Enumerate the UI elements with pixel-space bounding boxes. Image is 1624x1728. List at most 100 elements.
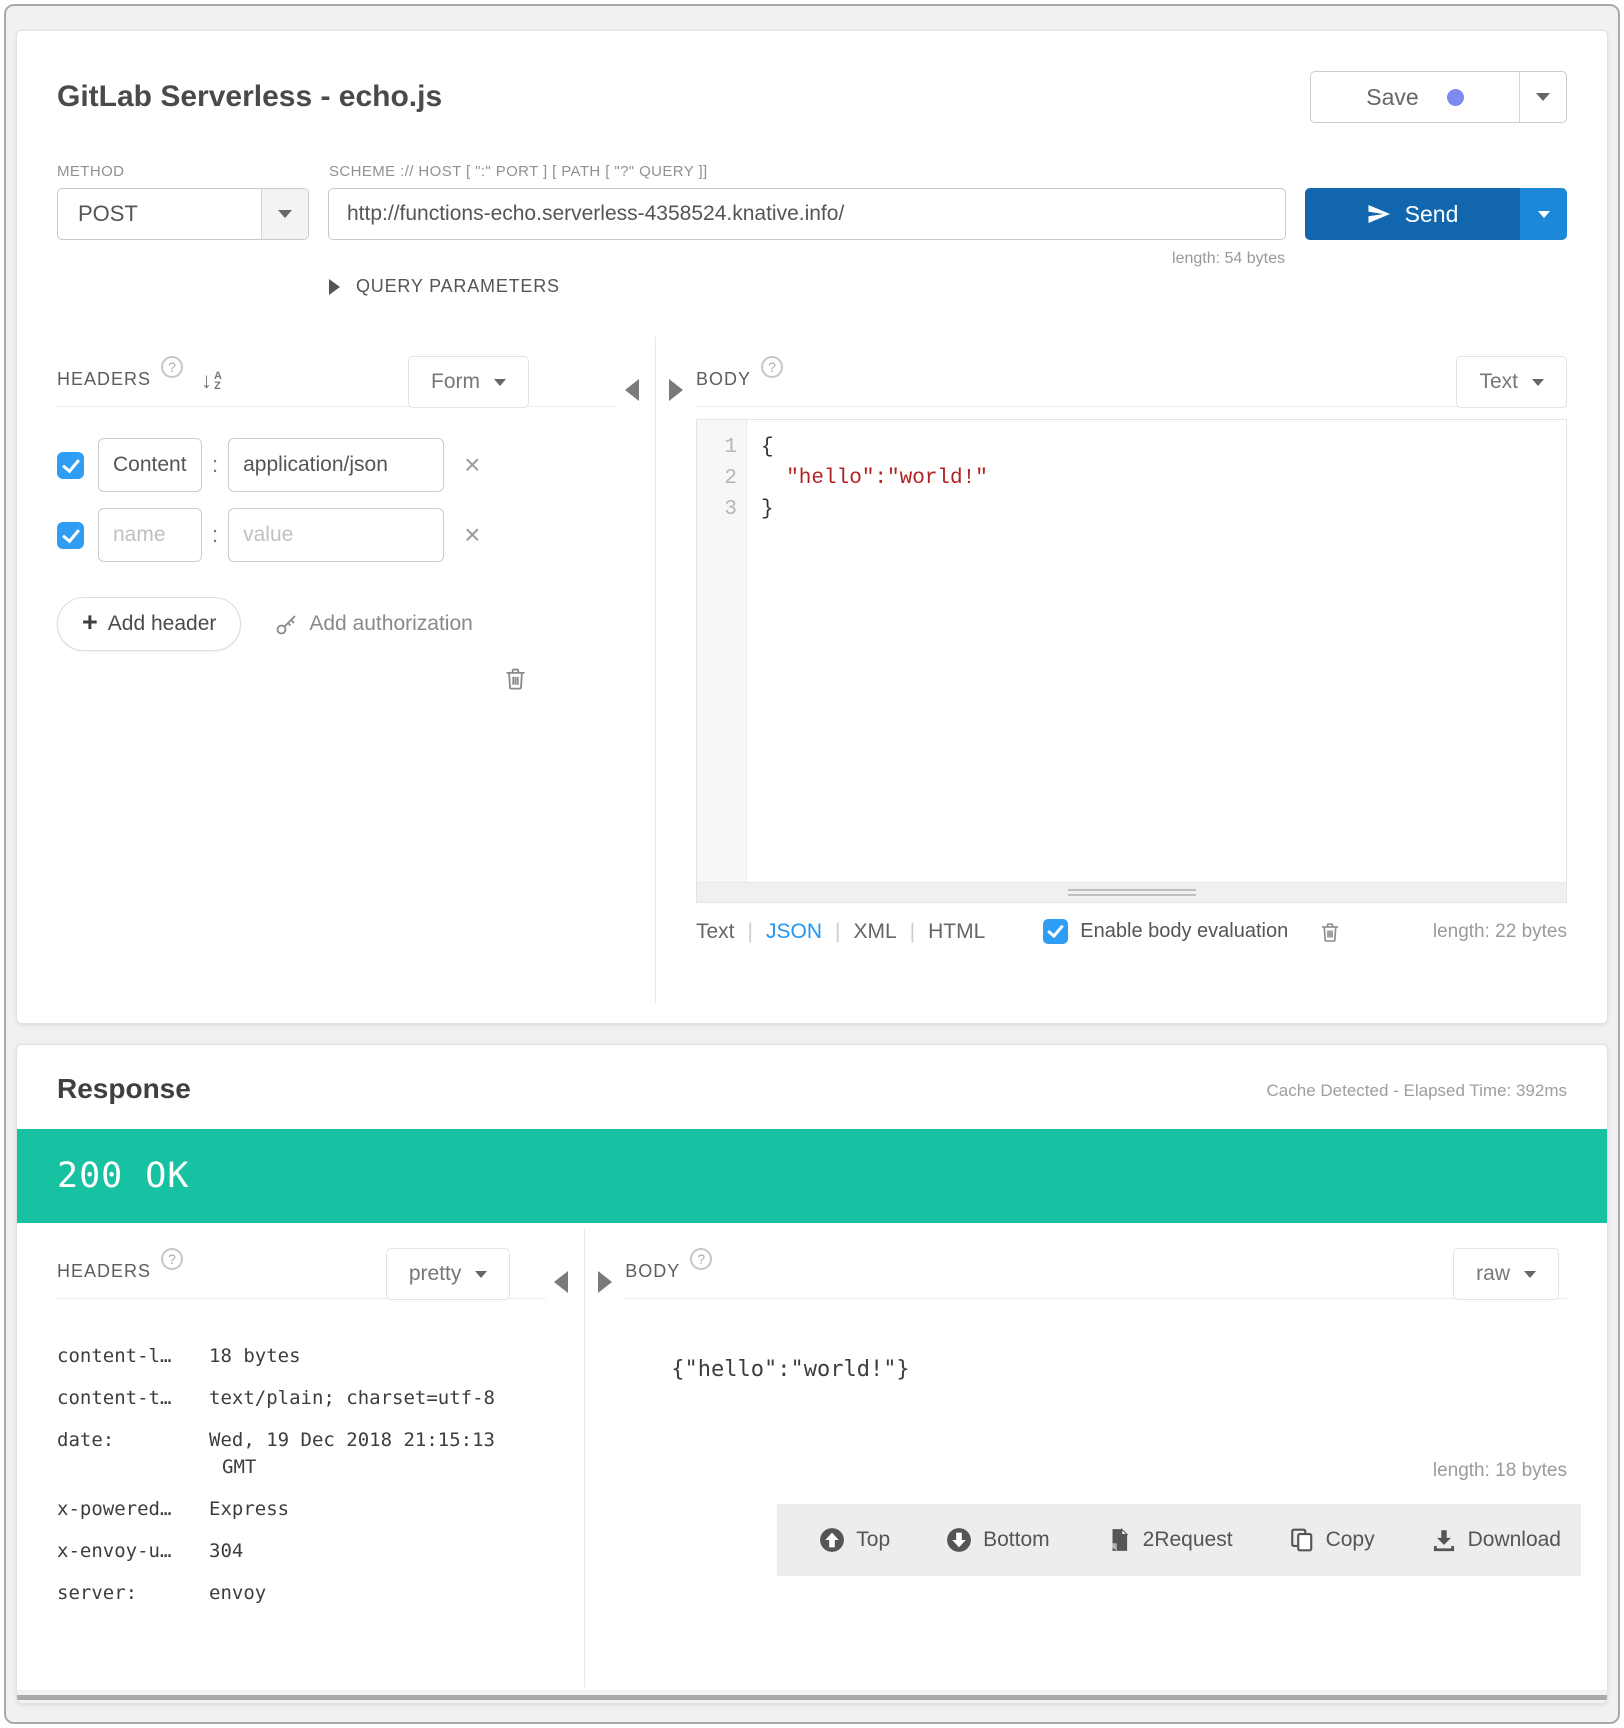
header-row: :×: [57, 507, 617, 563]
chevron-down-icon: [494, 379, 506, 386]
format-link-html[interactable]: HTML: [928, 920, 985, 944]
save-split-button: Save: [1310, 71, 1567, 123]
add-header-button[interactable]: + Add header: [57, 597, 241, 651]
scrollbar-thumb[interactable]: [17, 1695, 1607, 1700]
send-dropdown-button[interactable]: [1520, 188, 1567, 240]
format-link-text[interactable]: Text: [696, 920, 735, 944]
request-card: GitLab Serverless - echo.js Save METHOD …: [16, 30, 1608, 1024]
chevron-down-icon: [278, 210, 292, 218]
format-separator: |: [835, 920, 840, 944]
headers-view-mode-select[interactable]: Form: [408, 356, 529, 408]
body-panel-title: BODY: [696, 369, 751, 390]
body-view-mode: Text: [1479, 370, 1518, 394]
trash-icon[interactable]: [502, 665, 529, 692]
toolbar-2request-button[interactable]: 2Request: [1106, 1527, 1233, 1553]
sort-az-icon[interactable]: ↓AZ: [201, 370, 223, 392]
horizontal-scrollbar: [17, 1690, 1607, 1703]
header-row-checkbox[interactable]: [57, 522, 84, 549]
response-headers-view-select[interactable]: pretty: [386, 1248, 511, 1300]
body-editor: 123 { "hello":"world!"}: [696, 419, 1567, 903]
response-header-value: 304: [209, 1538, 546, 1565]
trash-icon[interactable]: [1318, 920, 1342, 944]
response-header-value: 18 bytes: [209, 1343, 546, 1370]
unsaved-changes-dot: [1447, 89, 1464, 106]
body-view-mode-select[interactable]: Text: [1456, 356, 1567, 408]
header-colon: :: [212, 522, 218, 548]
toolbar-copy-button[interactable]: Copy: [1289, 1527, 1375, 1553]
send-button[interactable]: Send: [1305, 188, 1520, 240]
response-headers-panel: HEADERS ? pretty content-l…18 bytesconte…: [57, 1225, 546, 1687]
method-value: POST: [58, 189, 261, 239]
request-title: GitLab Serverless - echo.js: [57, 80, 442, 114]
save-button[interactable]: Save: [1311, 72, 1519, 122]
line-number: 2: [697, 463, 737, 494]
editor-code-area[interactable]: { "hello":"world!"}: [747, 420, 1566, 882]
editor-scrollbar[interactable]: [697, 882, 1566, 902]
remove-header-icon[interactable]: ×: [464, 521, 480, 549]
collapse-left-icon[interactable]: [625, 379, 639, 401]
enable-body-evaluation-checkbox[interactable]: [1043, 919, 1068, 944]
help-icon[interactable]: ?: [690, 1248, 712, 1270]
response-header-value: Express: [209, 1496, 546, 1523]
header-name-input[interactable]: [98, 508, 202, 562]
request-header-rows: :×:×: [57, 437, 617, 577]
header-value-input[interactable]: [228, 508, 444, 562]
collapse-left-icon[interactable]: [554, 1271, 568, 1293]
help-icon[interactable]: ?: [161, 356, 183, 378]
headers-panel-title: HEADERS: [57, 369, 151, 390]
format-link-json[interactable]: JSON: [766, 920, 822, 944]
help-icon[interactable]: ?: [161, 1248, 183, 1270]
response-headers-list: content-l…18 bytes content-t…text/plain; …: [57, 1343, 546, 1622]
send-split-button: Send: [1305, 188, 1567, 240]
url-length: length: 54 bytes: [57, 250, 1567, 268]
response-meta: Cache Detected - Elapsed Time: 392ms: [1267, 1081, 1567, 1105]
collapse-right-icon[interactable]: [598, 1271, 612, 1293]
response-header-row: x-envoy-u…304: [57, 1538, 546, 1565]
status-banner: 200 OK: [17, 1129, 1607, 1223]
toolbar-button-label: Bottom: [983, 1528, 1050, 1552]
response-header-name: content-t…: [57, 1385, 209, 1412]
response-header-name: content-l…: [57, 1343, 209, 1370]
format-separator: |: [910, 920, 915, 944]
response-header-row: content-l…18 bytes: [57, 1343, 546, 1370]
save-dropdown-button[interactable]: [1519, 72, 1566, 122]
enable-body-evaluation-label: Enable body evaluation: [1080, 920, 1288, 943]
header-value-input[interactable]: [228, 438, 444, 492]
response-header-value: envoy: [209, 1580, 546, 1607]
response-body-view-select[interactable]: raw: [1453, 1248, 1559, 1300]
format-link-xml[interactable]: XML: [853, 920, 896, 944]
response-title: Response: [57, 1073, 191, 1105]
response-body-content: {"hello":"world!"}: [625, 1357, 1567, 1382]
help-icon[interactable]: ?: [761, 356, 783, 378]
response-header-name: x-envoy-u…: [57, 1538, 209, 1565]
method-select[interactable]: POST: [57, 188, 309, 240]
line-number: 3: [697, 494, 737, 525]
response-headers-title: HEADERS: [57, 1261, 151, 1282]
editor-resize-handle[interactable]: [1068, 889, 1196, 899]
header-name-input[interactable]: [98, 438, 202, 492]
method-caret[interactable]: [261, 189, 308, 239]
code-line: }: [761, 494, 1566, 525]
response-body-panel: BODY ? raw {"hello":"world!"} length: 18…: [625, 1225, 1567, 1687]
response-header-row: content-t…text/plain; charset=utf-8: [57, 1385, 546, 1412]
bottom-icon: [946, 1527, 972, 1553]
collapse-right-icon[interactable]: [669, 379, 683, 401]
toolbar-button-label: Copy: [1326, 1528, 1375, 1552]
response-headers-view-mode: pretty: [409, 1262, 462, 1286]
toolbar-download-button[interactable]: Download: [1431, 1527, 1561, 1553]
plus-icon: +: [82, 607, 98, 638]
remove-header-icon[interactable]: ×: [464, 451, 480, 479]
add-authorization-label: Add authorization: [309, 612, 472, 636]
toolbar-button-label: 2Request: [1143, 1528, 1233, 1552]
toolbar-bottom-button[interactable]: Bottom: [946, 1527, 1050, 1553]
response-body-length: length: 18 bytes: [625, 1460, 1567, 1482]
status-text: 200 OK: [57, 1156, 189, 1196]
header-row-checkbox[interactable]: [57, 452, 84, 479]
query-parameters-toggle[interactable]: QUERY PARAMETERS: [329, 276, 1567, 297]
url-input[interactable]: [328, 188, 1286, 240]
add-authorization-button[interactable]: Add authorization: [275, 612, 472, 636]
toolbar-top-button[interactable]: Top: [819, 1527, 890, 1553]
response-toolbar: Top Bottom 2Request Copy Download: [777, 1504, 1581, 1576]
editor-line-numbers: 123: [697, 420, 747, 882]
send-button-label: Send: [1405, 201, 1459, 228]
